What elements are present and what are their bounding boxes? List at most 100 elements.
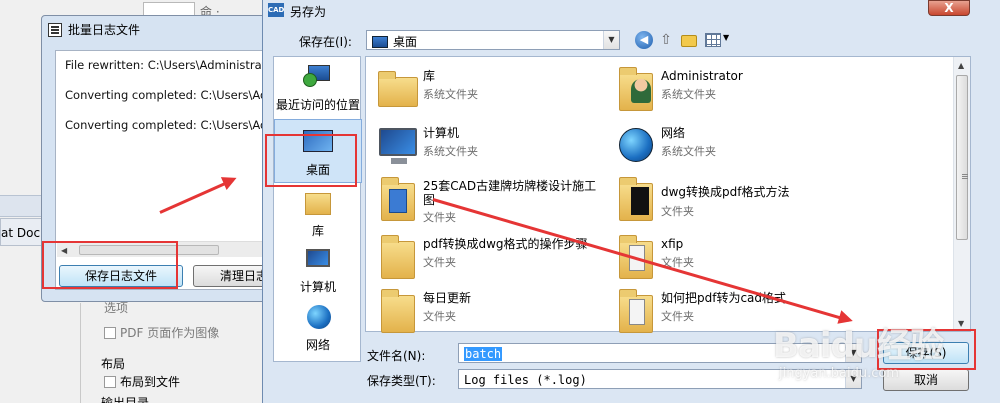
view-dropdown-icon[interactable]: ▼ — [723, 33, 729, 42]
folder-icon — [613, 289, 657, 333]
scroll-left-icon[interactable]: ◀ — [61, 246, 67, 255]
place-label: 库 — [311, 224, 324, 238]
filename-label: 文件名(N): — [367, 349, 426, 363]
background-layout-heading: 布局 — [101, 357, 126, 371]
item-type: 文件夹 — [423, 310, 456, 323]
user-folder-icon — [613, 67, 657, 111]
list-item[interactable]: 计算机 系统文件夹 — [371, 122, 607, 170]
place-label: 最近访问的位置 — [275, 98, 360, 112]
item-type: 文件夹 — [423, 256, 456, 269]
scroll-up-icon[interactable]: ▲ — [958, 61, 964, 70]
desktop-icon — [301, 126, 335, 158]
list-item[interactable]: pdf转换成dwg格式的操作步骤 文件夹 — [371, 233, 607, 281]
list-item[interactable]: 网络 系统文件夹 — [609, 122, 845, 170]
filetype-value: Log files (*.log) — [464, 373, 587, 387]
checkbox-icon[interactable] — [104, 376, 116, 388]
checkbox-label: PDF 页面作为图像 — [120, 326, 220, 340]
new-folder-icon[interactable] — [681, 35, 697, 47]
item-type: 文件夹 — [661, 310, 694, 323]
item-type: 文件夹 — [423, 211, 456, 224]
item-type: 文件夹 — [661, 205, 694, 218]
item-type: 系统文件夹 — [423, 145, 478, 158]
item-type: 系统文件夹 — [661, 145, 716, 158]
log-dialog-titlebar: 批量日志文件 — [48, 21, 140, 39]
folder-icon — [375, 235, 419, 279]
log-dialog-title: 批量日志文件 — [68, 23, 141, 37]
place-desktop[interactable]: 桌面 — [274, 119, 362, 183]
item-name: 每日更新 — [423, 291, 472, 305]
up-folder-icon[interactable]: ⇧ — [657, 31, 675, 49]
log-line: Converting completed: C:\Users\Adm — [65, 88, 279, 102]
recent-icon — [301, 61, 335, 93]
watermark: Baidu经验 jingyan.baidu.com — [773, 318, 973, 390]
save-in-label: 保存在(I): — [299, 35, 352, 49]
list-item[interactable]: Administrator 系统文件夹 — [609, 65, 845, 113]
item-type: 文件夹 — [661, 256, 694, 269]
save-in-combo[interactable]: 桌面 ▼ — [366, 30, 620, 50]
computer-icon — [375, 124, 419, 168]
folder-icon — [375, 289, 419, 333]
item-name: 库 — [423, 69, 436, 83]
item-name: 25套CAD古建牌坊牌楼设计施工图 — [423, 179, 597, 207]
item-name: xfip — [661, 237, 684, 251]
folder-icon — [375, 177, 419, 221]
item-name: Administrator — [661, 69, 743, 83]
filetype-label: 保存类型(T): — [367, 374, 436, 388]
list-item[interactable]: 每日更新 文件夹 — [371, 287, 607, 335]
scroll-thumb[interactable] — [79, 245, 219, 255]
place-computer[interactable]: 计算机 — [274, 243, 362, 295]
checkbox-label: 布局到文件 — [120, 375, 181, 389]
log-horizontal-scrollbar[interactable]: ◀ — [57, 241, 282, 257]
background-divider — [80, 303, 81, 403]
baidu-logo: Baidu经验 — [773, 326, 944, 366]
library-icon — [301, 187, 335, 219]
list-item[interactable]: 25套CAD古建牌坊牌楼设计施工图 文件夹 — [371, 175, 607, 224]
background-output-heading: 输出目录 — [101, 396, 150, 403]
item-name: 网络 — [661, 126, 686, 140]
file-list: 库 系统文件夹 Administrator 系统文件夹 计算机 系统文件夹 网络… — [365, 56, 971, 335]
folder-icon — [613, 177, 657, 221]
cad-app-icon: CAD — [268, 3, 284, 17]
place-recent[interactable]: 最近访问的位置 — [274, 61, 362, 113]
places-bar: 最近访问的位置 桌面 库 计算机 网络 — [273, 56, 362, 362]
folder-icon — [613, 235, 657, 279]
checkbox-icon[interactable] — [104, 327, 116, 339]
network-icon — [613, 124, 657, 168]
item-type: 系统文件夹 — [661, 88, 716, 101]
filename-value: batch — [464, 347, 503, 361]
item-name: dwg转换成pdf格式方法 — [661, 185, 790, 199]
log-file-icon — [48, 23, 62, 37]
list-item[interactable]: dwg转换成pdf格式方法 文件夹 — [609, 175, 845, 223]
watermark-url: jingyan.baidu.com — [779, 366, 899, 381]
back-icon[interactable]: ◀ — [635, 31, 653, 49]
place-label: 网络 — [305, 338, 330, 352]
save-in-value: 桌面 — [393, 35, 418, 49]
network-icon — [301, 301, 335, 333]
item-type: 系统文件夹 — [423, 88, 478, 101]
background-pdf-image-option[interactable]: PDF 页面作为图像 — [104, 324, 219, 341]
place-label: 桌面 — [305, 163, 330, 177]
list-item[interactable]: xfip 文件夹 — [609, 233, 845, 281]
list-item[interactable]: 库 系统文件夹 — [371, 65, 607, 113]
place-label: 计算机 — [299, 280, 336, 294]
log-line: Converting completed: C:\Users\Adm — [65, 118, 279, 132]
desktop-icon — [372, 36, 388, 48]
save-dialog-title: 另存为 — [290, 5, 327, 19]
place-network[interactable]: 网络 — [274, 301, 362, 353]
view-menu-icon[interactable] — [705, 33, 721, 47]
batch-log-dialog: 批量日志文件 File rewritten: C:\Users\Administ… — [41, 15, 293, 302]
save-log-file-button[interactable]: 保存日志文件 — [59, 265, 183, 287]
computer-icon — [301, 243, 335, 275]
chevron-down-icon[interactable]: ▼ — [603, 31, 619, 49]
item-name: pdf转换成dwg格式的操作步骤 — [423, 237, 588, 251]
scroll-thumb[interactable] — [956, 75, 968, 240]
background-layout-file-option[interactable]: 布局到文件 — [104, 373, 180, 390]
library-icon — [375, 67, 419, 111]
file-list-scrollbar[interactable]: ▲ ▼ — [953, 57, 970, 331]
place-library[interactable]: 库 — [274, 187, 362, 239]
item-name: 如何把pdf转为cad格式 — [661, 291, 787, 305]
log-line: File rewritten: C:\Users\Administrator\ — [65, 58, 280, 72]
close-button[interactable]: X — [928, 0, 970, 16]
item-name: 计算机 — [423, 126, 460, 140]
save-dialog-titlebar: CAD 另存为 — [263, 0, 1000, 20]
